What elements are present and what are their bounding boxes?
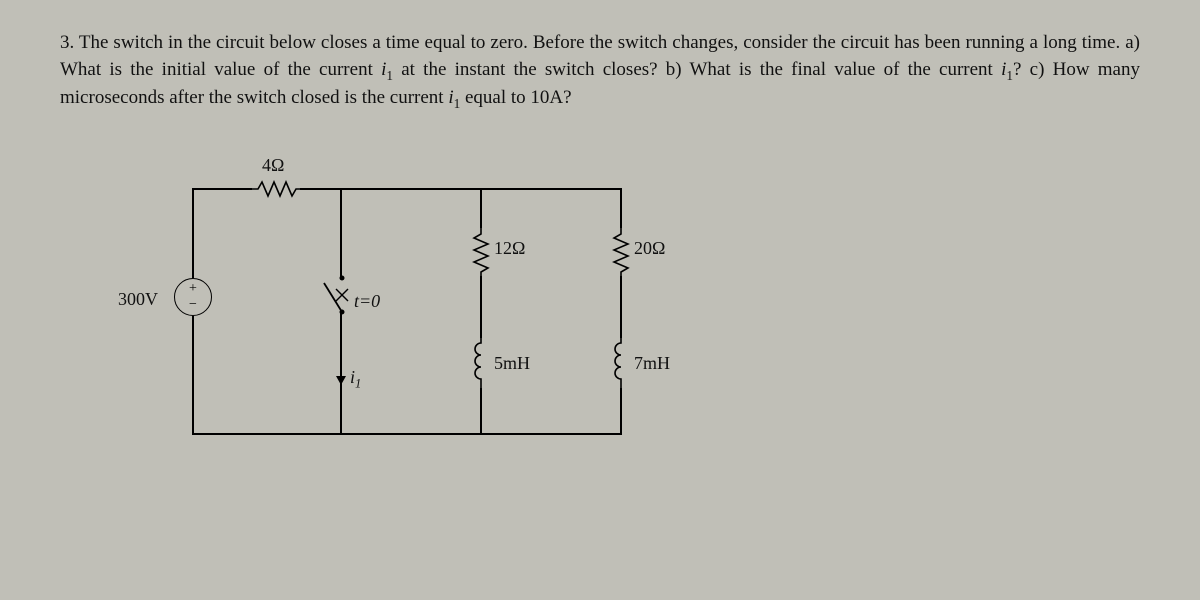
wire — [480, 188, 620, 190]
inductor-7mh-label: 7mH — [634, 353, 670, 374]
circuit-diagram: + − 300V 4Ω t=0 i1 12Ω 5mH — [130, 143, 730, 463]
wire — [300, 188, 340, 190]
wire — [480, 388, 482, 433]
wire — [340, 188, 480, 190]
wire — [192, 433, 622, 435]
problem-number: 3. — [60, 32, 74, 53]
variable-i1-sub-b: 1 — [1006, 67, 1013, 82]
resistor-12ohm — [472, 228, 490, 276]
wire — [340, 188, 342, 278]
voltage-source-label: 300V — [118, 289, 158, 310]
voltage-source: + − — [174, 278, 212, 316]
wire — [620, 388, 622, 435]
inductor-5mh — [470, 338, 492, 388]
wire — [192, 316, 194, 433]
problem-statement: 3. The switch in the circuit below close… — [60, 30, 1140, 113]
inductor-7mh — [610, 338, 632, 388]
wire — [480, 276, 482, 338]
plus-icon: + — [189, 281, 197, 297]
resistor-20ohm-label: 20Ω — [634, 238, 665, 259]
wire — [480, 188, 482, 228]
minus-icon: − — [189, 297, 197, 313]
wire — [192, 188, 252, 190]
current-i1-arrow — [334, 361, 348, 385]
switch-label: t=0 — [354, 291, 380, 312]
problem-part2: at the instant the switch closes? b) Wha… — [393, 59, 1001, 80]
wire — [620, 188, 622, 228]
problem-part4: equal to 10A? — [460, 87, 571, 108]
resistor-20ohm — [612, 228, 630, 276]
resistor-4ohm-label: 4Ω — [262, 155, 284, 176]
wire — [192, 188, 194, 278]
wire — [620, 276, 622, 338]
current-i1-label: i1 — [350, 367, 361, 392]
inductor-5mh-label: 5mH — [494, 353, 530, 374]
resistor-12ohm-label: 12Ω — [494, 238, 525, 259]
resistor-4ohm — [252, 180, 300, 198]
